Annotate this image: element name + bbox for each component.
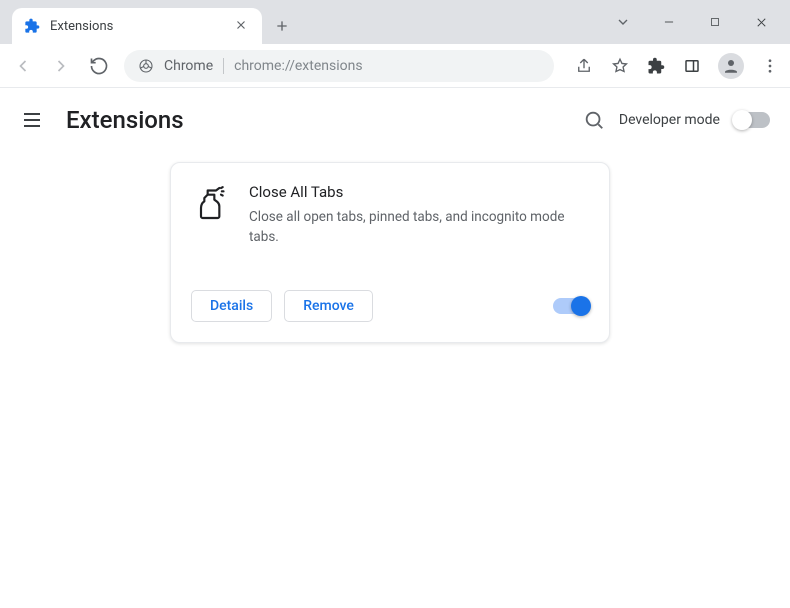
- new-tab-button[interactable]: [268, 12, 296, 40]
- search-icon[interactable]: [583, 109, 605, 131]
- reload-button[interactable]: [86, 53, 112, 79]
- remove-button[interactable]: Remove: [284, 290, 373, 322]
- page-title: Extensions: [66, 106, 184, 134]
- extension-puzzle-icon: [24, 18, 40, 34]
- window-controls: [600, 0, 790, 44]
- extension-card: Close All Tabs Close all open tabs, pinn…: [170, 162, 610, 343]
- sidepanel-icon[interactable]: [682, 56, 702, 76]
- page-header: Extensions Developer mode: [0, 88, 790, 152]
- card-top: Close All Tabs Close all open tabs, pinn…: [191, 183, 589, 248]
- extension-text: Close All Tabs Close all open tabs, pinn…: [249, 183, 589, 248]
- card-actions: Details Remove: [191, 290, 589, 322]
- share-icon[interactable]: [574, 56, 594, 76]
- tab-search-button[interactable]: [600, 14, 646, 30]
- extensions-page: Extensions Developer mode Close All T: [0, 88, 790, 608]
- kebab-menu-icon[interactable]: [760, 56, 780, 76]
- dev-mode-area: Developer mode: [583, 109, 770, 131]
- tab-close-icon[interactable]: [234, 18, 250, 34]
- back-button[interactable]: [10, 53, 36, 79]
- bookmark-star-icon[interactable]: [610, 56, 630, 76]
- address-prefix: Chrome: [164, 58, 213, 74]
- minimize-button[interactable]: [646, 2, 692, 42]
- spray-bottle-icon: [191, 183, 231, 223]
- address-bar[interactable]: Chrome chrome://extensions: [124, 50, 554, 82]
- extensions-icon[interactable]: [646, 56, 666, 76]
- extension-enable-toggle[interactable]: [553, 298, 589, 314]
- card-area: Close All Tabs Close all open tabs, pinn…: [0, 152, 790, 343]
- titlebar: Extensions: [0, 0, 790, 44]
- profile-avatar[interactable]: [718, 53, 744, 79]
- close-window-button[interactable]: [738, 2, 784, 42]
- toolbar-right: [574, 53, 780, 79]
- maximize-button[interactable]: [692, 2, 738, 42]
- extension-name: Close All Tabs: [249, 183, 589, 201]
- hamburger-menu-icon[interactable]: [20, 108, 44, 132]
- browser-tab[interactable]: Extensions: [12, 8, 262, 44]
- chrome-icon: [138, 58, 154, 74]
- browser-toolbar: Chrome chrome://extensions: [0, 44, 790, 88]
- forward-button[interactable]: [48, 53, 74, 79]
- developer-mode-toggle[interactable]: [734, 112, 770, 128]
- extension-toggle-wrap: [553, 298, 589, 314]
- address-url: chrome://extensions: [234, 58, 362, 74]
- details-button[interactable]: Details: [191, 290, 272, 322]
- tab-title: Extensions: [50, 19, 224, 34]
- developer-mode-label: Developer mode: [619, 112, 720, 128]
- extension-description: Close all open tabs, pinned tabs, and in…: [249, 207, 589, 248]
- address-divider: [223, 58, 224, 74]
